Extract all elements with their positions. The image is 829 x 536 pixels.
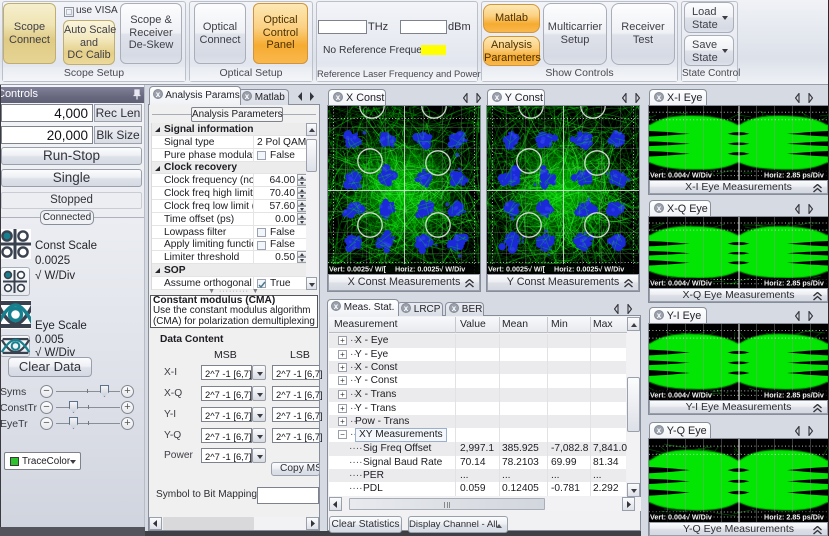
svg-text:Horiz: 2.85 ps/Div: Horiz: 2.85 ps/Div [764, 279, 824, 288]
svg-text:Horiz: 2.85 ps/Div: Horiz: 2.85 ps/Div [764, 391, 824, 400]
svg-text:Vert: 0.004√ W/Div: Vert: 0.004√ W/Div [650, 513, 712, 522]
svg-text:Horiz: 2.85 ps/Div: Horiz: 2.85 ps/Div [764, 171, 824, 180]
svg-text:Vert: 0.004√ W/Div: Vert: 0.004√ W/Div [650, 391, 712, 400]
svg-text:Vert: 0.004√ W/Div: Vert: 0.004√ W/Div [650, 171, 712, 180]
svg-text:Horiz: 0.0025√ W/Div: Horiz: 0.0025√ W/Div [554, 265, 624, 274]
svg-text:Vert: 0.0025√ W/[: Vert: 0.0025√ W/[ [488, 265, 546, 274]
svg-text:Horiz: 0.0025√ W/Div: Horiz: 0.0025√ W/Div [395, 265, 465, 274]
svg-text:Vert: 0.004√ W/Div: Vert: 0.004√ W/Div [650, 279, 712, 288]
svg-text:Vert: 0.0025√ W/[: Vert: 0.0025√ W/[ [329, 265, 387, 274]
svg-text:Horiz: 2.85 ps/Div: Horiz: 2.85 ps/Div [764, 513, 824, 522]
